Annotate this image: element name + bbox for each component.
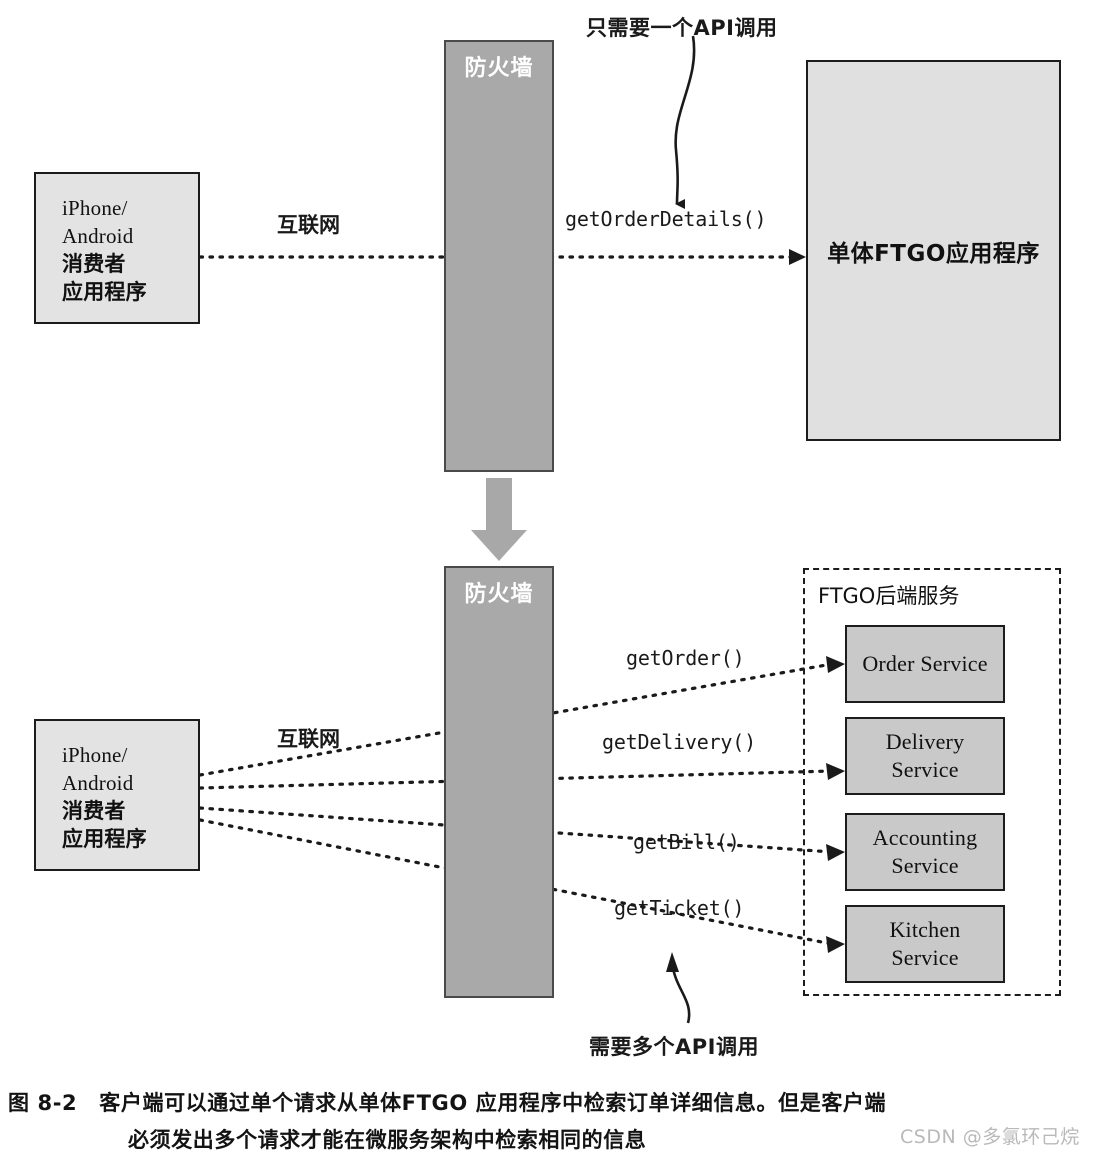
service-line-1: Accounting bbox=[872, 825, 978, 850]
firewall-label-bottom: 防火墙 bbox=[464, 582, 534, 607]
monolith-application-box[interactable]: 单体FTGO应用程序 bbox=[806, 60, 1061, 441]
api-label-get-delivery: getDelivery() bbox=[602, 730, 756, 754]
firewall-box-top[interactable]: 防火墙 bbox=[444, 40, 554, 472]
monolith-label: 单体FTGO应用程序 bbox=[827, 240, 1040, 267]
client-line-2: Android bbox=[62, 771, 134, 795]
service-box-delivery[interactable]: Delivery Service bbox=[845, 717, 1005, 795]
api-label-get-order: getOrder() bbox=[626, 646, 745, 670]
api-label-get-order-details: getOrderDetails() bbox=[565, 207, 767, 231]
service-line-2: Service bbox=[891, 945, 959, 970]
bottom-annotation-label: 需要多个API调用 bbox=[589, 1035, 759, 1059]
client-app-box-bottom[interactable]: iPhone/ Android 消费者 应用程序 bbox=[34, 719, 200, 871]
top-annotation-arrow bbox=[674, 35, 696, 210]
top-annotation-label: 只需要一个API调用 bbox=[586, 16, 778, 40]
firewall-label-top: 防火墙 bbox=[464, 56, 534, 81]
figure-number: 图 8-2 bbox=[8, 1091, 78, 1115]
client-line-4: 应用程序 bbox=[62, 280, 147, 304]
service-line-1: Kitchen bbox=[889, 917, 961, 942]
client-line-1: iPhone/ bbox=[62, 196, 128, 220]
api-label-get-ticket: getTicket() bbox=[614, 896, 745, 920]
client-line-3: 消费者 bbox=[62, 252, 126, 276]
figure-8-2: 只需要一个API调用 iPhone/ Android 消费者 应用程序 互联网 … bbox=[0, 0, 1097, 1158]
client-line-2: Android bbox=[62, 224, 134, 248]
client-line-3: 消费者 bbox=[62, 799, 126, 823]
service-line-1: Order Service bbox=[862, 651, 988, 676]
csdn-watermark: CSDN @多氯环己烷 bbox=[900, 1126, 1080, 1148]
bottom-annotation-arrow bbox=[666, 952, 691, 1024]
caption-text-1: 客户端可以通过单个请求从单体FTGO 应用程序中检索订单详细信息。但是客户端 bbox=[99, 1091, 887, 1115]
service-box-accounting[interactable]: Accounting Service bbox=[845, 813, 1005, 891]
ftgo-backend-services-label: FTGO后端服务 bbox=[818, 584, 960, 608]
service-line-2: Service bbox=[891, 757, 959, 782]
service-box-kitchen[interactable]: Kitchen Service bbox=[845, 905, 1005, 983]
service-line-1: Delivery bbox=[885, 729, 965, 754]
internet-label-top: 互联网 bbox=[277, 213, 340, 237]
client-app-box-top[interactable]: iPhone/ Android 消费者 应用程序 bbox=[34, 172, 200, 324]
transition-arrow bbox=[471, 478, 527, 561]
caption-line-1: 图 8-2 客户端可以通过单个请求从单体FTGO 应用程序中检索订单详细信息。但是… bbox=[0, 1085, 1097, 1122]
client-line-1: iPhone/ bbox=[62, 743, 128, 767]
client-line-4: 应用程序 bbox=[62, 827, 147, 851]
firewall-box-bottom[interactable]: 防火墙 bbox=[444, 566, 554, 998]
api-label-get-bill: getBill() bbox=[633, 830, 740, 854]
internet-label-bottom: 互联网 bbox=[277, 727, 340, 751]
service-box-order[interactable]: Order Service bbox=[845, 625, 1005, 703]
service-line-2: Service bbox=[891, 853, 959, 878]
